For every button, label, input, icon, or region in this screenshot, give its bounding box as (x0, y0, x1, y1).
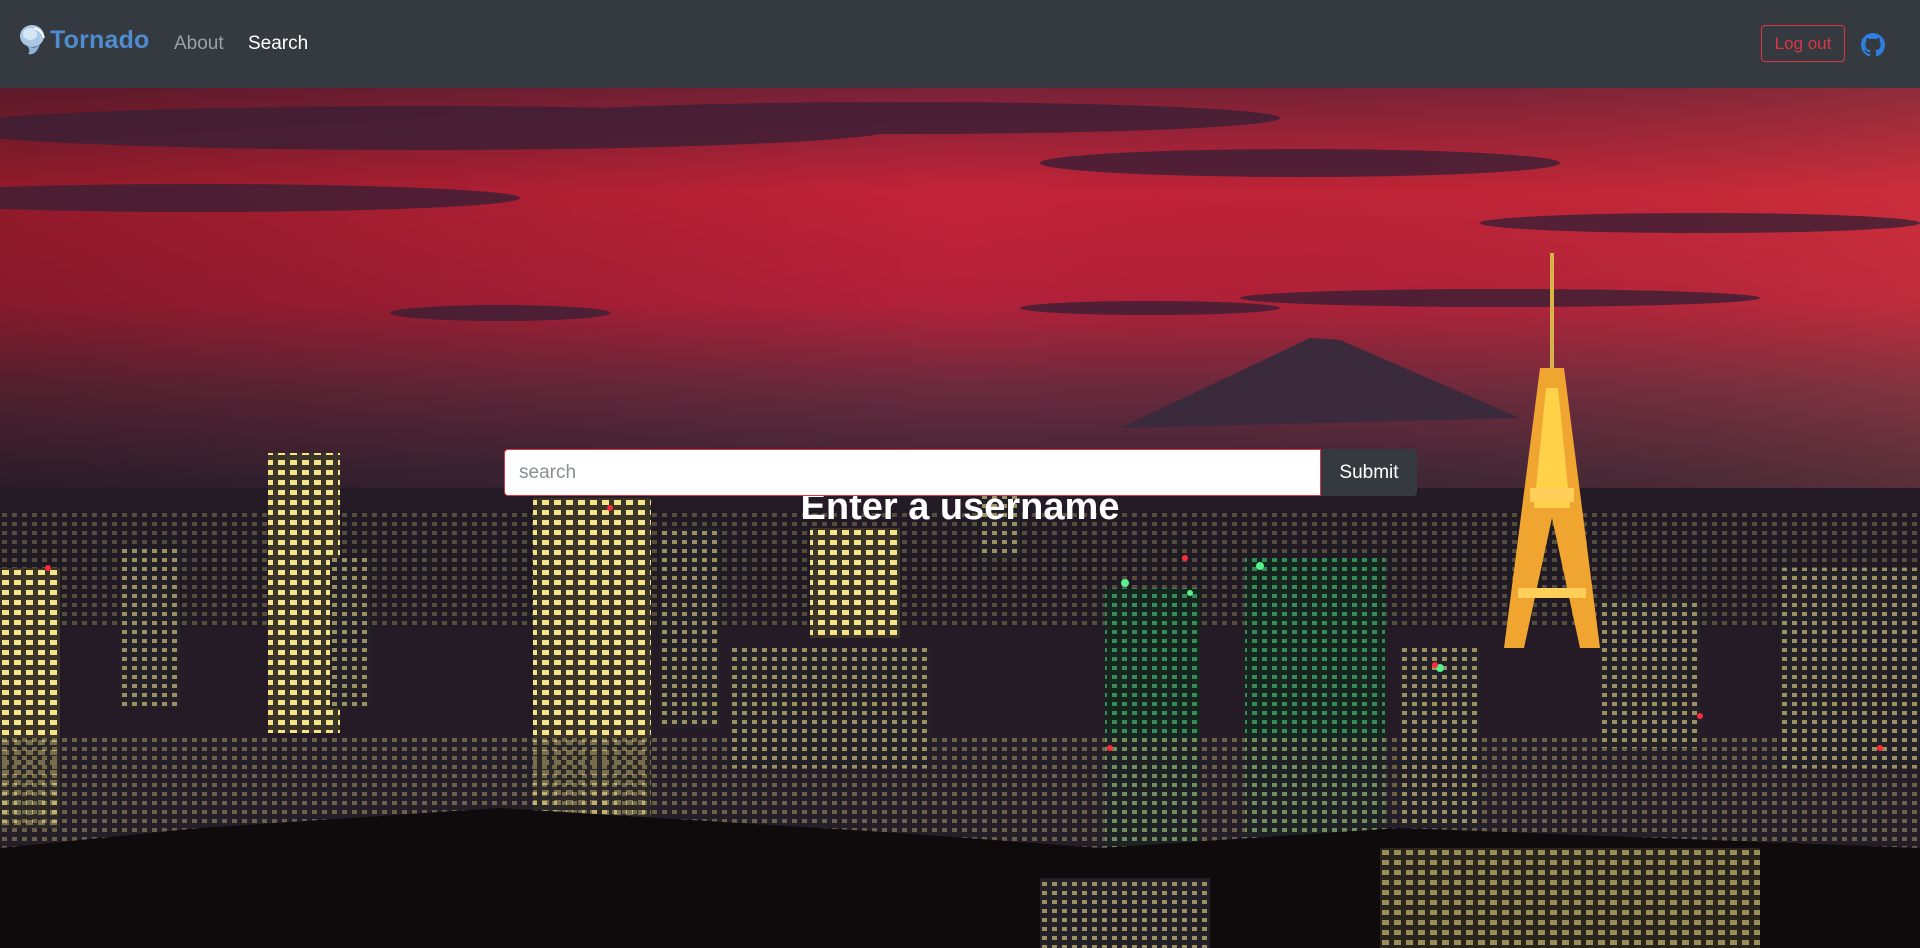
nav-link-about[interactable]: About (174, 30, 224, 58)
search-input[interactable] (504, 449, 1321, 496)
tornado-logo-icon (20, 25, 45, 55)
github-icon (1861, 33, 1885, 57)
brand-name: Tornado (50, 25, 150, 54)
search-form: Submit (504, 449, 1417, 496)
logout-button[interactable]: Log out (1761, 25, 1845, 62)
hero-section: Enter a username (0, 88, 1920, 948)
nav-link-search[interactable]: Search (248, 30, 308, 58)
github-link[interactable] (1861, 33, 1885, 57)
brand-link[interactable]: Tornado (18, 20, 150, 60)
top-navbar: Tornado About Search Log out (0, 0, 1920, 88)
submit-button[interactable]: Submit (1321, 449, 1417, 496)
